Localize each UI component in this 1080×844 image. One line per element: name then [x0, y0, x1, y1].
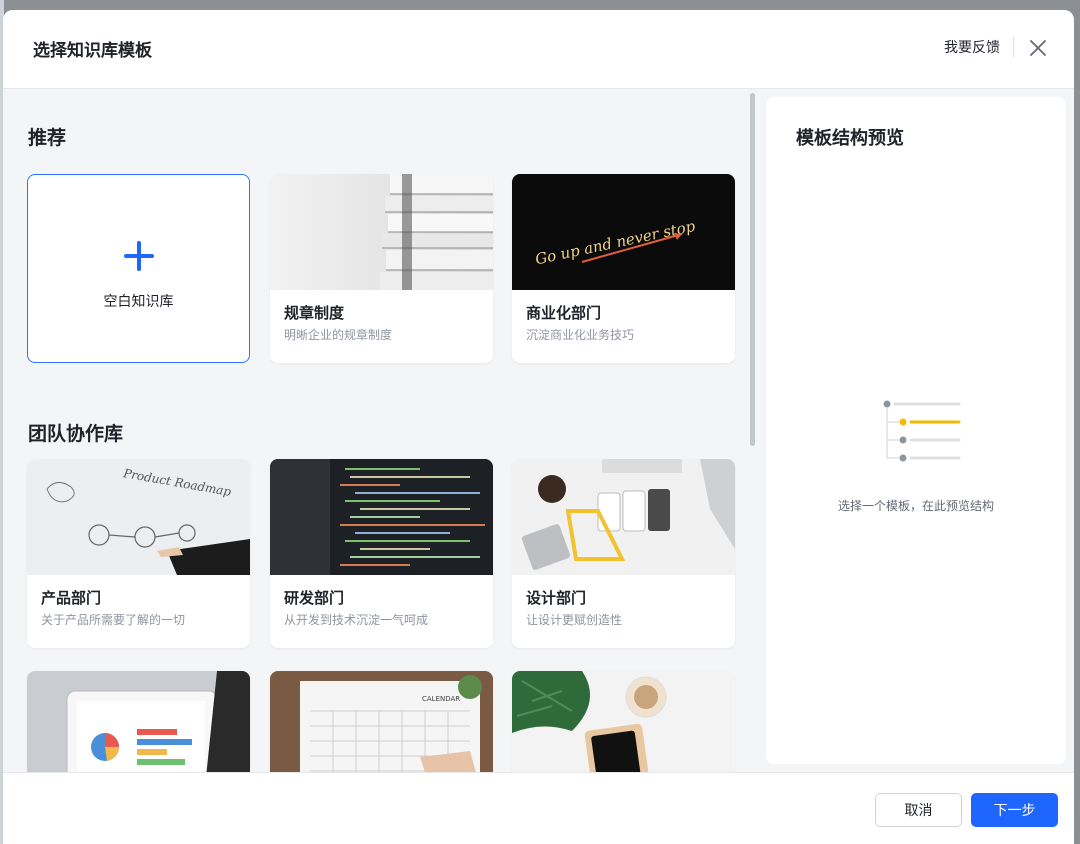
structure-tree-icon — [879, 397, 964, 467]
preview-title: 模板结构预览 — [796, 128, 904, 149]
card-title: 规章制度 — [284, 304, 345, 322]
close-icon[interactable] — [1026, 36, 1050, 60]
dialog-header: 选择知识库模板 我要反馈 — [3, 10, 1074, 89]
template-card-rules[interactable]: 规章制度 明晰企业的规章制度 — [270, 174, 493, 363]
card-title: 商业化部门 — [526, 304, 602, 322]
thumb-documents-image — [270, 174, 493, 290]
card-description: 明晰企业的规章制度 — [284, 328, 393, 342]
preview-hint: 选择一个模板，在此预览结构 — [837, 499, 994, 513]
template-card-product[interactable]: Product Roadmap 产品部门 关于产品所需要了解的一切 — [27, 459, 250, 648]
card-description: 从开发到技术沉淀一气呵成 — [284, 613, 429, 627]
thumb-design-desk-image — [512, 459, 735, 575]
thumb-calendar-image: CALENDAR — [270, 671, 493, 772]
plus-icon — [124, 241, 154, 271]
template-card-engineering[interactable]: 研发部门 从开发到技术沉淀一气呵成 — [270, 459, 493, 648]
template-card-commercial[interactable]: Go up and never stop 商业化部门 沉淀商业化业务技巧 — [512, 174, 735, 363]
thumb-neon-sign-image: Go up and never stop — [512, 174, 735, 290]
card-title: 产品部门 — [41, 589, 102, 607]
thumb-whiteboard-image: Product Roadmap — [27, 459, 250, 575]
template-list[interactable]: 推荐 空白知识库 规章制度 明晰企业的规章制度 Go up and never … — [3, 89, 749, 772]
header-divider — [1013, 37, 1014, 57]
scrollbar-thumb[interactable] — [750, 93, 755, 446]
thumb-plant-coffee-image — [512, 671, 735, 772]
card-description: 关于产品所需要了解的一切 — [41, 613, 186, 627]
calendar-text: CALENDAR — [422, 695, 460, 703]
template-preview-panel: 模板结构预览 选择一个模板，在此预览结构 — [766, 97, 1066, 764]
template-card-lifestyle[interactable] — [512, 671, 735, 772]
template-card-analytics[interactable] — [27, 671, 250, 772]
blank-knowledge-base-card[interactable]: 空白知识库 — [27, 174, 250, 363]
card-description: 沉淀商业化业务技巧 — [526, 328, 635, 342]
dialog-title: 选择知识库模板 — [33, 41, 152, 61]
feedback-link[interactable]: 我要反馈 — [944, 37, 1000, 57]
dialog-body: 推荐 空白知识库 规章制度 明晰企业的规章制度 Go up and never … — [3, 89, 1074, 772]
section-title-team: 团队协作库 — [28, 423, 124, 445]
blank-card-label: 空白知识库 — [103, 294, 174, 310]
card-description: 让设计更赋创造性 — [526, 613, 623, 627]
dialog-footer: 取消 下一步 — [3, 772, 1074, 844]
template-card-design[interactable]: 设计部门 让设计更赋创造性 — [512, 459, 735, 648]
next-button[interactable]: 下一步 — [971, 793, 1058, 827]
section-title-recommended: 推荐 — [28, 127, 67, 149]
template-card-calendar[interactable]: CALENDAR — [270, 671, 493, 772]
cancel-button[interactable]: 取消 — [875, 793, 962, 827]
card-title: 研发部门 — [284, 589, 345, 607]
thumb-tablet-charts-image — [27, 671, 250, 772]
template-dialog: 选择知识库模板 我要反馈 推荐 空白知识库 规章制度 明晰企业的规章制度 Go … — [3, 10, 1074, 844]
card-title: 设计部门 — [526, 589, 587, 607]
thumb-code-screen-image — [270, 459, 493, 575]
